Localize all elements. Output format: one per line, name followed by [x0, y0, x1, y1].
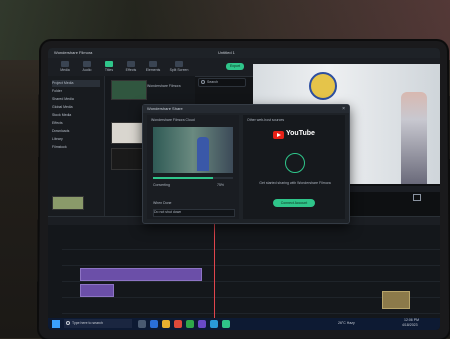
timeline-clip[interactable] [382, 291, 410, 309]
app-icon[interactable] [210, 320, 218, 328]
weather-status: 26°C Hazy [338, 321, 355, 325]
person-figure [197, 137, 209, 171]
when-done-label: When Done [153, 201, 172, 205]
file-explorer-icon[interactable] [162, 320, 170, 328]
timeline-clip[interactable] [80, 268, 202, 281]
right-heading: Other web-host sources [247, 118, 285, 122]
app-icon[interactable] [186, 320, 194, 328]
close-icon[interactable]: × [342, 105, 345, 113]
window-title: Untitled 1 [218, 50, 235, 55]
fullscreen-icon[interactable] [413, 194, 421, 201]
progress-track [153, 177, 233, 179]
dialog-left-pane: Wondershare Filmora Cloud Converting 75%… [147, 115, 239, 219]
youtube-icon [273, 131, 284, 139]
elements-icon [149, 61, 157, 67]
timeline-clip[interactable] [80, 284, 114, 297]
youtube-play-icon [277, 133, 281, 137]
youtube-label: YouTube [286, 130, 315, 137]
left-item-library[interactable]: Library [52, 136, 100, 143]
taskbar-search[interactable]: Type here to search [64, 319, 132, 328]
timeline-track[interactable] [62, 235, 440, 250]
app-title: Wondershare Filmora [54, 50, 93, 55]
left-item-filmstock[interactable]: Filmstock [52, 144, 100, 151]
chrome-icon[interactable] [174, 320, 182, 328]
toolbar-elements-label: Elements [145, 68, 161, 72]
connect-account-button[interactable]: Connect Account [273, 199, 315, 207]
windows-taskbar: Type here to search 26°C Hazy 12:06 PM 4… [48, 318, 440, 330]
timeline-track[interactable] [62, 267, 440, 282]
timeline [48, 216, 440, 330]
left-heading: Wondershare Filmora Cloud [151, 118, 195, 122]
clock-time: 12:06 PM [404, 318, 419, 322]
emblem-logo [309, 72, 337, 100]
left-item-project-media[interactable]: Project Media [52, 80, 100, 87]
toolbar-elements[interactable]: Elements [144, 59, 162, 75]
import-thumbnail[interactable] [111, 80, 147, 100]
search-input[interactable]: Search [198, 78, 246, 87]
windows-start-icon[interactable] [52, 320, 60, 328]
person-figure [401, 92, 427, 184]
edge-icon[interactable] [150, 320, 158, 328]
dialog-right-pane: Other web-host sources YouTube Get start… [243, 115, 345, 219]
progress-percent-value: 75 [217, 183, 221, 187]
export-preview-thumbnail [153, 127, 233, 173]
progress-label: Converting [153, 183, 170, 187]
toolbar-split-screen-label: Split Screen [169, 68, 189, 72]
titles-icon [105, 61, 113, 67]
dialog-title: Wondershare Share [147, 106, 183, 111]
clock-date: 4/18/2023 [402, 323, 418, 327]
effects-icon [127, 61, 135, 67]
import-label: Wondershare Filmora [147, 84, 181, 88]
left-item-folder[interactable]: Folder [52, 88, 100, 95]
dialog-description: Get started sharing with Wondershare Fil… [259, 181, 331, 185]
audio-icon [83, 61, 91, 67]
toolbar-audio[interactable]: Audio [78, 59, 96, 75]
left-item-effects[interactable]: Effects [52, 120, 100, 127]
left-item-global-media[interactable]: Global Media [52, 104, 100, 111]
taskbar-search-placeholder: Type here to search [72, 321, 103, 325]
app-icon[interactable] [198, 320, 206, 328]
toolbar-titles-label: Titles [104, 68, 114, 72]
toolbar-media[interactable]: Media [56, 59, 74, 75]
filmora-icon[interactable] [222, 320, 230, 328]
media-icon [61, 61, 69, 67]
toolbar-split-screen[interactable]: Split Screen [168, 59, 190, 75]
laptop-screen: Wondershare Filmora Untitled 1 Media Aud… [48, 48, 440, 330]
split-screen-icon [175, 61, 183, 67]
export-button[interactable]: Export [226, 63, 244, 70]
media-thumbnail[interactable] [52, 196, 84, 210]
share-dialog: Wondershare Share × Wondershare Filmora … [142, 104, 350, 224]
toolbar-effects-label: Effects [125, 68, 137, 72]
left-item-shared-media[interactable]: Shared Media [52, 96, 100, 103]
timeline-track[interactable] [62, 291, 440, 314]
progress-percent: 75% [217, 183, 225, 187]
dialog-header: Wondershare Share × [143, 105, 349, 113]
toolbar-audio-label: Audio [82, 68, 92, 72]
task-view-icon[interactable] [138, 320, 146, 328]
search-icon [66, 321, 70, 325]
toolbar-media-label: Media [60, 68, 70, 72]
toolbar-titles[interactable]: Titles [100, 59, 118, 75]
search-placeholder: Search [207, 80, 219, 84]
timeline-track[interactable] [62, 251, 440, 266]
progress-fill [153, 177, 213, 179]
title-bar: Wondershare Filmora Untitled 1 [48, 48, 440, 58]
left-item-downloads[interactable]: Downloads [52, 128, 100, 135]
when-done-select[interactable]: Do not shut down [153, 209, 235, 217]
toolbar-effects[interactable]: Effects [122, 59, 140, 75]
search-icon [201, 80, 205, 84]
left-panel: Project Media Folder Shared Media Global… [48, 76, 105, 216]
left-item-stock-media[interactable]: Stock Media [52, 112, 100, 119]
lightbulb-icon [285, 153, 305, 173]
